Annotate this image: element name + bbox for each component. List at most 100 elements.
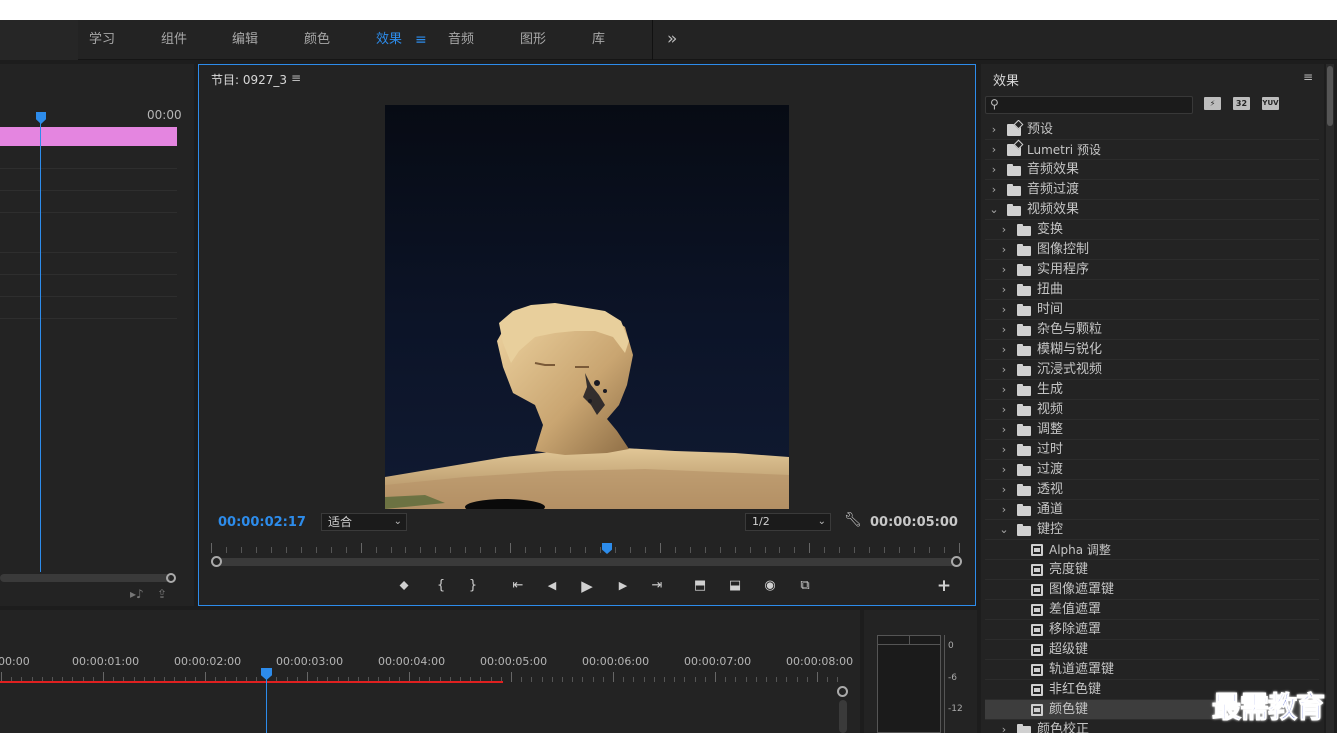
mark-out-button[interactable]: } [462, 577, 484, 595]
zoom-fit-select[interactable]: 适合 ⌄ [321, 513, 407, 531]
chevron-down-icon[interactable]: ⌄ [999, 520, 1009, 540]
chevron-right-icon[interactable]: › [999, 440, 1009, 460]
export-frame-button[interactable]: ◉ [759, 577, 781, 595]
workspace-tab-assembly[interactable]: 组件 [161, 20, 187, 60]
button-editor-add-button[interactable]: + [933, 577, 955, 595]
chevron-right-icon[interactable]: › [999, 280, 1009, 300]
32bit-effects-filter-button[interactable]: 32 [1233, 97, 1250, 110]
mark-in-button[interactable]: { [430, 577, 452, 595]
program-time-ruler[interactable] [211, 543, 960, 555]
chevron-right-icon[interactable]: › [999, 460, 1009, 480]
insert-icon[interactable]: ▸♪ [130, 587, 144, 601]
step-forward-button[interactable]: ▶ [612, 577, 634, 595]
wrench-icon[interactable]: 🔧︎ [844, 512, 862, 528]
effects-tree-item[interactable]: › 实用程序 [985, 260, 1319, 280]
effects-tree-item[interactable]: Alpha 调整 [985, 540, 1319, 560]
chevron-right-icon[interactable]: › [999, 260, 1009, 280]
chevron-right-icon[interactable]: › [999, 420, 1009, 440]
effects-tree-item[interactable]: › 过时 [985, 440, 1319, 460]
effects-tree-item[interactable]: › 视频 [985, 400, 1319, 420]
chevron-right-icon[interactable]: › [999, 300, 1009, 320]
accelerated-effects-filter-button[interactable]: ⚡ [1204, 97, 1221, 110]
lift-button[interactable]: ⬒ [689, 577, 711, 595]
effects-tree-item[interactable]: 差值遮罩 [985, 600, 1319, 620]
chevron-right-icon[interactable]: › [999, 240, 1009, 260]
effects-tree-item[interactable]: › 模糊与锐化 [985, 340, 1319, 360]
effects-scrollbar[interactable] [1326, 64, 1334, 733]
workspace-tab-effects[interactable]: 效果 [376, 20, 402, 60]
effects-tree-item[interactable]: 亮度键 [985, 560, 1319, 580]
chevron-down-icon[interactable]: ⌄ [989, 200, 999, 220]
play-button[interactable]: ▶ [576, 577, 598, 595]
timeline-playhead[interactable] [266, 672, 267, 733]
workspace-tab-graphics[interactable]: 图形 [520, 20, 546, 60]
chevron-right-icon[interactable]: › [999, 720, 1009, 733]
effects-search-field[interactable]: ⚲ [985, 96, 1193, 114]
chevron-right-icon[interactable]: › [989, 140, 999, 160]
effects-tree-item[interactable]: ⌄ 视频效果 [985, 200, 1319, 220]
effects-tree-item[interactable]: › 变换 [985, 220, 1319, 240]
go-to-out-button[interactable]: ⇥ [646, 577, 668, 595]
resolution-select[interactable]: 1/2 ⌄ [745, 513, 831, 531]
chevron-right-icon[interactable]: › [999, 500, 1009, 520]
chevron-right-icon[interactable]: › [989, 180, 999, 200]
chevron-right-icon[interactable]: › [989, 120, 999, 140]
effects-tree-item[interactable]: › 音频效果 [985, 160, 1319, 180]
source-playhead-handle[interactable] [36, 112, 46, 124]
effects-tree-item[interactable]: › 沉浸式视频 [985, 360, 1319, 380]
step-back-button[interactable]: ◀ [541, 577, 563, 595]
workspace-menu-icon[interactable]: ≡ [415, 20, 427, 60]
effects-tree-item[interactable]: › 时间 [985, 300, 1319, 320]
yuv-effects-filter-button[interactable]: YUV [1262, 97, 1279, 110]
chevron-right-icon[interactable]: › [999, 320, 1009, 340]
source-zoom-knob[interactable] [166, 573, 176, 583]
more-workspaces-icon[interactable]: » [667, 20, 677, 60]
program-zoom-knob-right[interactable] [951, 556, 962, 567]
effects-tree-item[interactable]: 移除遮罩 [985, 620, 1319, 640]
add-marker-button[interactable]: ⬥ [393, 577, 415, 595]
effects-scrollbar-thumb[interactable] [1327, 66, 1333, 126]
chevron-right-icon[interactable]: › [999, 220, 1009, 240]
effects-menu-icon[interactable]: ≡ [1303, 70, 1313, 84]
effects-tree-item[interactable]: › 图像控制 [985, 240, 1319, 260]
work-area-bar[interactable] [0, 681, 503, 683]
chevron-right-icon[interactable]: › [989, 160, 999, 180]
workspace-tab-audio[interactable]: 音频 [448, 20, 474, 60]
workspace-tab-libraries[interactable]: 库 [592, 20, 605, 60]
workspace-tab-color[interactable]: 颜色 [304, 20, 330, 60]
effects-tree-item[interactable]: › 调整 [985, 420, 1319, 440]
effects-tree-item[interactable]: › 杂色与颗粒 [985, 320, 1319, 340]
effects-tree-item[interactable]: › Lumetri 预设 [985, 140, 1319, 160]
effects-tree-item[interactable]: 轨道遮罩键 [985, 660, 1319, 680]
effects-tree-item[interactable]: › 通道 [985, 500, 1319, 520]
effects-tree-item[interactable]: › 预设 [985, 120, 1319, 140]
timeline-vertical-scrollbar[interactable] [839, 700, 847, 733]
go-to-in-button[interactable]: ⇤ [507, 577, 529, 595]
compare-view-button[interactable]: ⧉ [794, 577, 816, 595]
chevron-right-icon[interactable]: › [999, 340, 1009, 360]
effects-tree-item[interactable]: › 扭曲 [985, 280, 1319, 300]
workspace-tab-editing[interactable]: 编辑 [232, 20, 258, 60]
workspace-tab-learn[interactable]: 学习 [89, 20, 115, 60]
program-zoom-knob-left[interactable] [211, 556, 222, 567]
effects-tree-item[interactable]: ⌄ 键控 [985, 520, 1319, 540]
source-scrollbar[interactable] [0, 574, 170, 582]
source-clip[interactable] [0, 127, 177, 146]
effects-tree-item[interactable]: › 音频过渡 [985, 180, 1319, 200]
timeline-zoom-knob[interactable] [837, 686, 848, 697]
program-menu-icon[interactable]: ≡ [291, 71, 301, 85]
effects-tree-item[interactable]: › 过渡 [985, 460, 1319, 480]
chevron-right-icon[interactable]: › [999, 480, 1009, 500]
current-timecode[interactable]: 00:00:02:17 [218, 515, 306, 530]
export-icon[interactable]: ⇪ [157, 587, 167, 601]
chevron-right-icon[interactable]: › [999, 360, 1009, 380]
effects-tree-item[interactable]: › 生成 [985, 380, 1319, 400]
extract-button[interactable]: ⬓ [724, 577, 746, 595]
effects-tree-item[interactable]: 图像遮罩键 [985, 580, 1319, 600]
chevron-right-icon[interactable]: › [999, 380, 1009, 400]
effects-tree-item[interactable]: › 透视 [985, 480, 1319, 500]
effects-tree-item[interactable]: 超级键 [985, 640, 1319, 660]
program-zoom-scrollbar[interactable] [213, 558, 959, 566]
chevron-right-icon[interactable]: › [999, 400, 1009, 420]
source-playhead[interactable] [40, 116, 41, 572]
